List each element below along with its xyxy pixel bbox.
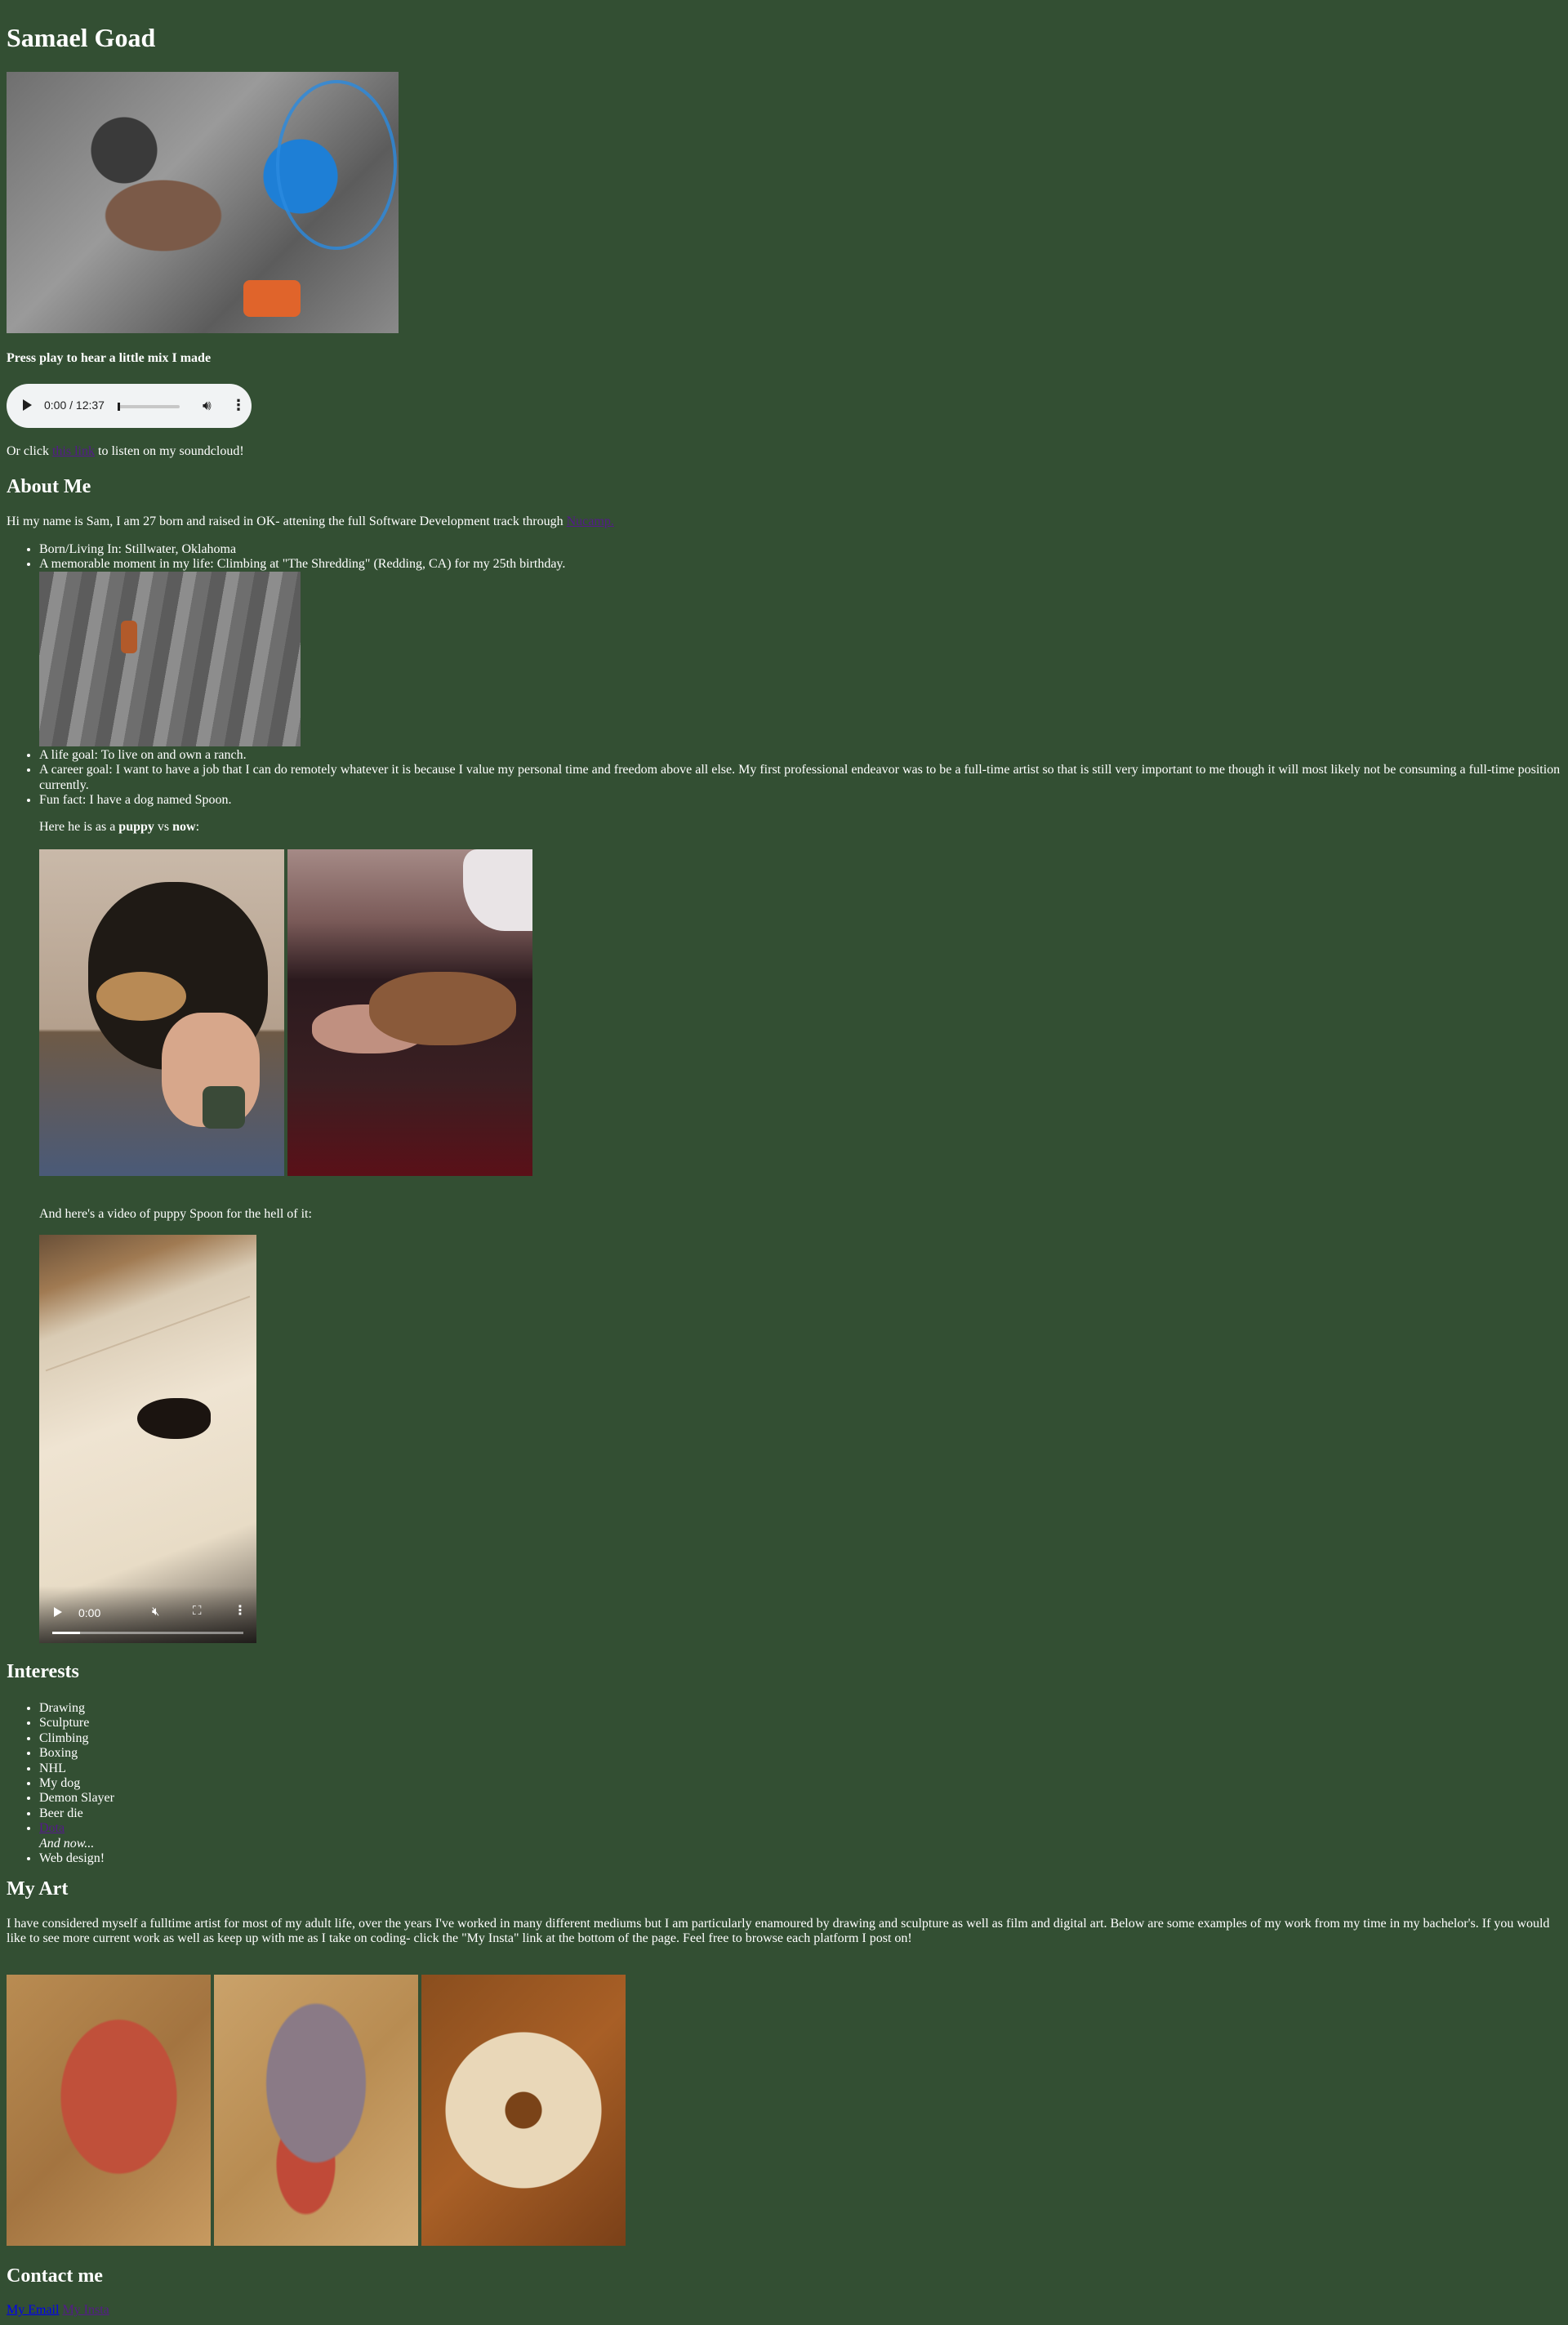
art-photo-figure-sculpture [214, 1975, 418, 2246]
list-item: A career goal: I want to have a job that… [39, 763, 1566, 793]
list-item: A memorable moment in my life: Climbing … [39, 557, 1566, 572]
art-photo-hand-sculpture [7, 1975, 211, 2246]
video-play-icon[interactable] [54, 1607, 62, 1617]
fullscreen-icon[interactable]: ⛶ [193, 1604, 202, 1618]
about-intro: Hi my name is Sam, I am 27 born and rais… [7, 514, 614, 528]
nucamp-link[interactable]: Nucamp. [567, 514, 614, 528]
climbing-photo-redding [39, 572, 301, 746]
list-item-dota: DotaAnd now... [39, 1821, 114, 1851]
contact-heading: Contact me [7, 2265, 103, 2287]
audio-heading: Press play to hear a little mix I made [7, 351, 212, 365]
about-heading: About Me [7, 476, 91, 497]
climbing-photo-top [7, 72, 399, 333]
page-title: Samael Goad [7, 23, 156, 52]
video-more-options-icon[interactable]: ⋮ [234, 1604, 247, 1619]
audio-time: 0:00 / 12:37 [44, 399, 105, 412]
list-item: NHL [39, 1762, 114, 1776]
list-item: Demon Slayer [39, 1791, 114, 1806]
about-list: Born/Living In: Stillwater, Oklahoma A m… [7, 542, 1566, 572]
list-item: A life goal: To live on and own a ranch. [39, 748, 1566, 763]
dota-link[interactable]: Dota [39, 1821, 65, 1835]
contact-links: My Email My Insta [7, 2303, 109, 2318]
list-item: Beer die [39, 1806, 114, 1821]
audio-player[interactable]: 0:00 / 12:37 🔊︎ ⋮ [7, 384, 252, 428]
list-item: My dog [39, 1776, 114, 1791]
soundcloud-link[interactable]: this link [52, 444, 95, 458]
video-progress-slider[interactable] [52, 1632, 243, 1634]
list-item: Fun fact: I have a dog named Spoon. [39, 793, 1566, 808]
interests-heading: Interests [7, 1661, 79, 1682]
list-item: Drawing [39, 1701, 114, 1716]
play-icon[interactable] [23, 399, 32, 411]
more-options-icon[interactable]: ⋮ [231, 397, 246, 414]
dog-caption: Here he is as a puppy vs now: [39, 820, 200, 834]
puppy-photo [39, 849, 284, 1176]
dog-now-photo [287, 849, 532, 1176]
video-controls: 0:00 🔇︎ ⛶ ⋮ [39, 1586, 256, 1643]
volume-icon[interactable]: 🔊︎ [203, 398, 212, 414]
list-item: Born/Living In: Stillwater, Oklahoma [39, 542, 1566, 557]
mute-icon[interactable]: 🔇︎ [152, 1605, 159, 1619]
video-time: 0:00 [78, 1606, 101, 1619]
list-item: Sculpture [39, 1716, 114, 1730]
about-list-continued: A life goal: To live on and own a ranch.… [7, 748, 1566, 808]
puppy-video[interactable]: 0:00 🔇︎ ⛶ ⋮ [39, 1235, 256, 1643]
email-link[interactable]: My Email [7, 2303, 59, 2317]
video-caption: And here's a video of puppy Spoon for th… [39, 1207, 312, 1221]
list-item: Boxing [39, 1746, 114, 1761]
art-description: I have considered myself a fulltime arti… [7, 1917, 1550, 1946]
art-heading: My Art [7, 1878, 69, 1900]
list-item: Climbing [39, 1731, 114, 1746]
insta-link[interactable]: My Insta [62, 2303, 109, 2317]
interests-list: Drawing Sculpture Climbing Boxing NHL My… [7, 1701, 114, 1866]
audio-progress-slider[interactable] [118, 403, 180, 411]
art-photo-hands-sculpture [421, 1975, 626, 2246]
list-item: Web design! [39, 1851, 114, 1866]
soundcloud-note: Or click this link to listen on my sound… [7, 444, 244, 458]
